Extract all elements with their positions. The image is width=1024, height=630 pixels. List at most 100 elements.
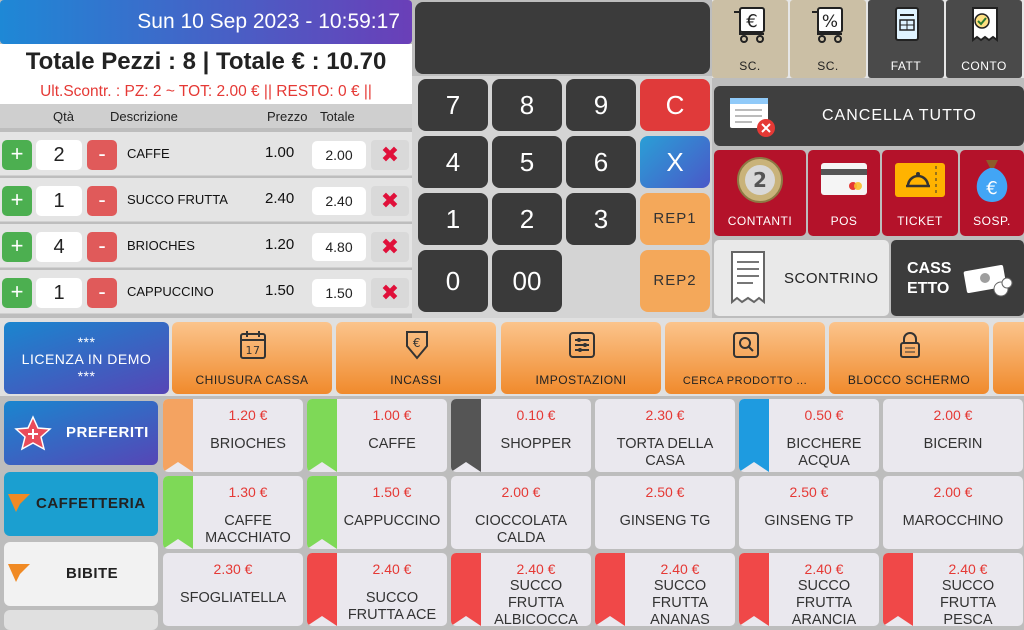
product-tile[interactable]: 2.00 € MAROCCHINO xyxy=(883,476,1023,549)
item-price: 2.40 xyxy=(265,190,295,207)
delete-item-icon[interactable]: ✖ xyxy=(371,232,409,262)
bill-button[interactable]: CONTO xyxy=(946,0,1022,78)
product-name: SUCCO FRUTTA ANANAS xyxy=(650,578,710,626)
product-tile[interactable]: 2.40 € SUCCO FRUTTA ARANCIA xyxy=(739,553,879,626)
multiply-key[interactable]: X xyxy=(640,136,710,188)
product-name: SUCCO FRUTTA ACE xyxy=(347,590,437,623)
qty-value[interactable]: 2 xyxy=(36,140,82,170)
qty-value[interactable]: 1 xyxy=(36,186,82,216)
rep1-key[interactable]: REP1 xyxy=(640,193,710,245)
key-1[interactable]: 1 xyxy=(418,193,488,245)
delete-item-icon[interactable]: ✖ xyxy=(371,278,409,308)
key-4[interactable]: 4 xyxy=(418,136,488,188)
category-next[interactable] xyxy=(4,610,158,630)
top-action-bar: € SC. % SC. FATT CONTO xyxy=(712,0,1024,78)
product-tile[interactable]: 2.40 € SUCCO FRUTTA ANANAS xyxy=(595,553,735,626)
license-stars-top: *** xyxy=(77,334,96,350)
key-5[interactable]: 5 xyxy=(492,136,562,188)
search-product-button[interactable]: CERCA PRODOTTO ... xyxy=(665,322,825,394)
product-name: SHOPPER xyxy=(500,436,572,452)
pos-payment-button[interactable]: POS xyxy=(808,150,880,236)
close-register-button[interactable]: 17 CHIUSURA CASSA xyxy=(172,322,332,394)
discount-percent-button[interactable]: % SC. xyxy=(790,0,866,78)
increase-qty-button[interactable]: + xyxy=(2,232,32,262)
suspend-button[interactable]: € SOSP. xyxy=(960,150,1024,236)
key-3[interactable]: 3 xyxy=(566,193,636,245)
item-description: SUCCO FRUTTA xyxy=(127,192,228,207)
product-name: TORTA DELLA CASA xyxy=(616,436,714,469)
license-demo-button[interactable]: *** LICENZA IN DEMO *** xyxy=(4,322,169,394)
product-tile[interactable]: 1.50 € CAPPUCCINO xyxy=(307,476,447,549)
product-tile[interactable]: 2.00 € CIOCCOLATA CALDA xyxy=(451,476,591,549)
search-product-label: CERCA PRODOTTO ... xyxy=(682,375,808,387)
total-column-header: Totale xyxy=(320,109,355,124)
delete-item-icon[interactable]: ✖ xyxy=(371,186,409,216)
order-row[interactable]: + 2 - CAFFE 1.00 2.00 ✖ xyxy=(0,132,412,176)
product-tile[interactable]: 2.40 € SUCCO FRUTTA PESCA xyxy=(883,553,1023,626)
settings-button[interactable]: IMPOSTAZIONI xyxy=(501,322,661,394)
qty-value[interactable]: 1 xyxy=(36,278,82,308)
discount-euro-button[interactable]: € SC. xyxy=(712,0,788,78)
product-tile[interactable]: 1.00 € CAFFE xyxy=(307,399,447,472)
increase-qty-button[interactable]: + xyxy=(2,186,32,216)
decrease-qty-button[interactable]: - xyxy=(87,186,117,216)
key-7[interactable]: 7 xyxy=(418,79,488,131)
product-tile[interactable]: 2.40 € SUCCO FRUTTA ACE xyxy=(307,553,447,626)
order-row[interactable]: + 1 - SUCCO FRUTTA 2.40 2.40 ✖ xyxy=(0,178,412,222)
takings-button[interactable]: € INCASSI xyxy=(336,322,496,394)
order-row[interactable]: + 1 - CAPPUCCINO 1.50 1.50 ✖ xyxy=(0,270,412,314)
key-0[interactable]: 0 xyxy=(418,250,488,312)
svg-text:€: € xyxy=(413,336,421,350)
product-tile[interactable]: 2.00 € BICERIN xyxy=(883,399,1023,472)
decrease-qty-button[interactable]: - xyxy=(87,232,117,262)
tag-icon xyxy=(8,564,30,582)
invoice-button[interactable]: FATT xyxy=(868,0,944,78)
product-price: 2.40 € xyxy=(516,561,556,577)
category-bibite[interactable]: BIBITE xyxy=(4,542,158,606)
cancel-all-button[interactable]: CANCELLA TUTTO xyxy=(714,86,1024,146)
ticket-payment-button[interactable]: TICKET xyxy=(882,150,958,236)
product-tile[interactable]: 1.30 € CAFFE MACCHIATO xyxy=(163,476,303,549)
product-tile[interactable]: 2.40 € SUCCO FRUTTA ALBICOCCA xyxy=(451,553,591,626)
rep2-key[interactable]: REP2 xyxy=(640,250,710,312)
category-caffetteria[interactable]: CAFFETTERIA xyxy=(4,472,158,536)
receipt-button[interactable]: SCONTRINO xyxy=(714,240,889,316)
increase-qty-button[interactable]: + xyxy=(2,278,32,308)
decrease-qty-button[interactable]: - xyxy=(87,140,117,170)
product-tile[interactable]: 0.50 € BICCHERE ACQUA xyxy=(739,399,879,472)
product-tile[interactable]: 2.50 € GINSENG TP xyxy=(739,476,879,549)
lock-icon xyxy=(900,332,920,358)
svg-text:€: € xyxy=(986,178,997,199)
product-name: GINSENG TP xyxy=(764,513,854,529)
lock-screen-label: BLOCCO SCHERMO xyxy=(847,373,971,387)
increase-qty-button[interactable]: + xyxy=(2,140,32,170)
product-color-ribbon xyxy=(739,399,769,472)
key-8[interactable]: 8 xyxy=(492,79,562,131)
key-2[interactable]: 2 xyxy=(492,193,562,245)
product-name: SUCCO FRUTTA ARANCIA xyxy=(791,578,857,626)
pos-label: POS xyxy=(830,214,858,228)
category-preferiti[interactable]: PREFERITI xyxy=(4,401,158,465)
product-tile[interactable]: 2.50 € GINSENG TG xyxy=(595,476,735,549)
product-price: 2.50 € xyxy=(645,484,685,500)
lock-screen-button[interactable]: BLOCCO SCHERMO xyxy=(829,322,989,394)
cash-payment-button[interactable]: 2 CONTANTI xyxy=(714,150,806,236)
product-name: BICERIN xyxy=(923,436,983,452)
delete-item-icon[interactable]: ✖ xyxy=(371,140,409,170)
product-tile[interactable]: 0.10 € SHOPPER xyxy=(451,399,591,472)
item-total: 1.50 xyxy=(312,279,366,307)
clear-key[interactable]: C xyxy=(640,79,710,131)
order-row[interactable]: + 4 - BRIOCHES 1.20 4.80 ✖ xyxy=(0,224,412,268)
product-tile[interactable]: 2.30 € TORTA DELLA CASA xyxy=(595,399,735,472)
settings-label: IMPOSTAZIONI xyxy=(535,373,627,387)
product-tile[interactable]: 1.20 € BRIOCHES xyxy=(163,399,303,472)
qty-value[interactable]: 4 xyxy=(36,232,82,262)
decrease-qty-button[interactable]: - xyxy=(87,278,117,308)
cash-drawer-button[interactable]: CASS ETTO xyxy=(891,240,1024,316)
product-tile[interactable]: 2.30 € SFOGLIATELLA xyxy=(163,553,303,626)
key-9[interactable]: 9 xyxy=(566,79,636,131)
key-00[interactable]: 00 xyxy=(492,250,562,312)
more-functions-button[interactable] xyxy=(993,322,1024,394)
key-6[interactable]: 6 xyxy=(566,136,636,188)
category-sidebar: PREFERITI CAFFETTERIA BIBITE xyxy=(0,396,160,630)
